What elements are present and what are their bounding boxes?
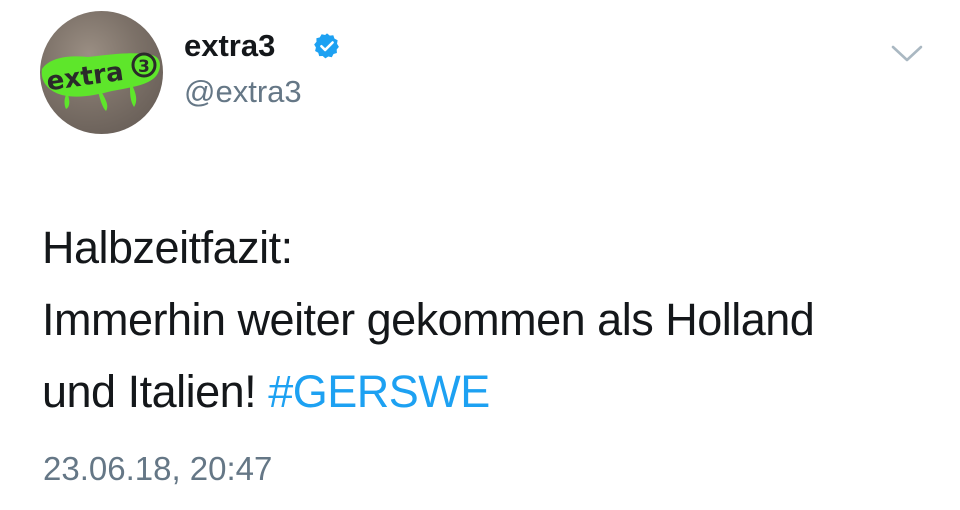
extra3-logo: extra 3: [41, 52, 160, 111]
tweet-text-line-3: und Italien! #GERSWE: [42, 356, 942, 428]
tweet: extra 3 extra3 @extra3 Halbzeitfazit: Im…: [0, 0, 960, 510]
tweet-text-line-1: Halbzeitfazit:: [42, 222, 293, 273]
svg-text:3: 3: [138, 57, 150, 77]
verified-badge-icon: [314, 33, 339, 59]
tweet-text: Halbzeitfazit: Immerhin weiter gekommen …: [42, 212, 942, 428]
tweet-text-line-2: Immerhin weiter gekommen als Holland: [42, 294, 815, 345]
user-handle[interactable]: @extra3: [184, 74, 302, 110]
avatar[interactable]: extra 3: [40, 11, 163, 134]
display-name[interactable]: extra3: [184, 28, 275, 64]
chevron-down-icon[interactable]: [890, 42, 924, 66]
tweet-timestamp[interactable]: 23.06.18, 20:47: [43, 449, 272, 489]
tweet-text-line-3-prefix: und Italien!: [42, 366, 257, 417]
hashtag-link[interactable]: #GERSWE: [268, 366, 490, 417]
